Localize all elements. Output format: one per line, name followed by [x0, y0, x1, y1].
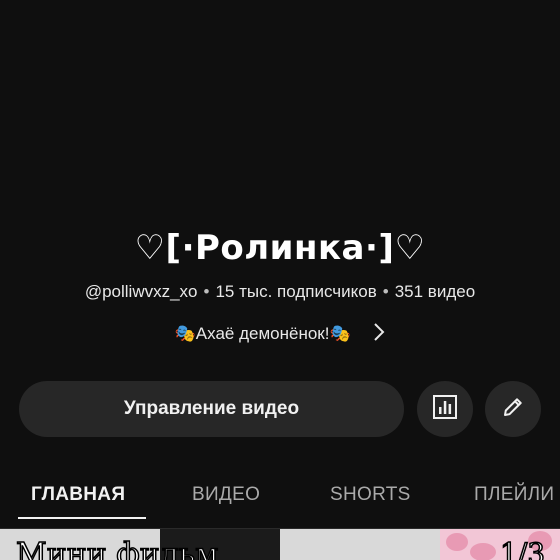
manage-videos-button[interactable]: Управление видео [19, 381, 404, 437]
active-tab-indicator [18, 517, 146, 519]
edit-channel-button[interactable] [485, 381, 541, 437]
pencil-icon [500, 394, 526, 425]
meta-separator: • [382, 282, 389, 301]
subscriber-count: 15 тыс. подписчиков [215, 282, 377, 301]
channel-meta: @polliwvxz_xo • 15 тыс. подписчиков • 351 ви… [0, 282, 560, 302]
channel-page: ♡[·Ролинка·]♡ @polliwvxz_xo • 15 тыс. подп… [0, 0, 560, 560]
blossom-shape [470, 543, 496, 560]
meta-separator: • [203, 282, 210, 301]
bar-chart-icon [432, 394, 458, 425]
video-thumbnail[interactable]: Мини фильм [0, 529, 440, 560]
video-count: 351 видео [394, 282, 476, 301]
chevron-right-icon [373, 322, 385, 347]
tab-videos[interactable]: ВИДЕО [192, 484, 260, 506]
tab-home[interactable]: ГЛАВНАЯ [31, 484, 125, 506]
video-thumbnail[interactable]: 1/3 [440, 529, 560, 560]
channel-handle: @polliwvxz_xo [84, 282, 198, 301]
channel-name: ♡[·Ролинка·]♡ [134, 228, 426, 268]
channel-tabs: ГЛАВНАЯ ВИДЕО SHORTS ПЛЕЙЛИ [0, 468, 560, 520]
featured-video-strip: Мини фильм 1/3 [0, 528, 560, 560]
thumbnail-counter: 1/3 [499, 536, 546, 560]
blossom-shape [446, 533, 468, 551]
tab-playlists[interactable]: ПЛЕЙЛИ [474, 484, 554, 506]
channel-description-row[interactable]: 🎭Ахаё демонёнок!🎭 [0, 322, 560, 347]
thumbnail-title: Мини фильм [15, 536, 219, 560]
tab-shorts[interactable]: SHORTS [330, 484, 411, 506]
analytics-button[interactable] [417, 381, 473, 437]
channel-description: 🎭Ахаё демонёнок!🎭 [174, 323, 351, 343]
